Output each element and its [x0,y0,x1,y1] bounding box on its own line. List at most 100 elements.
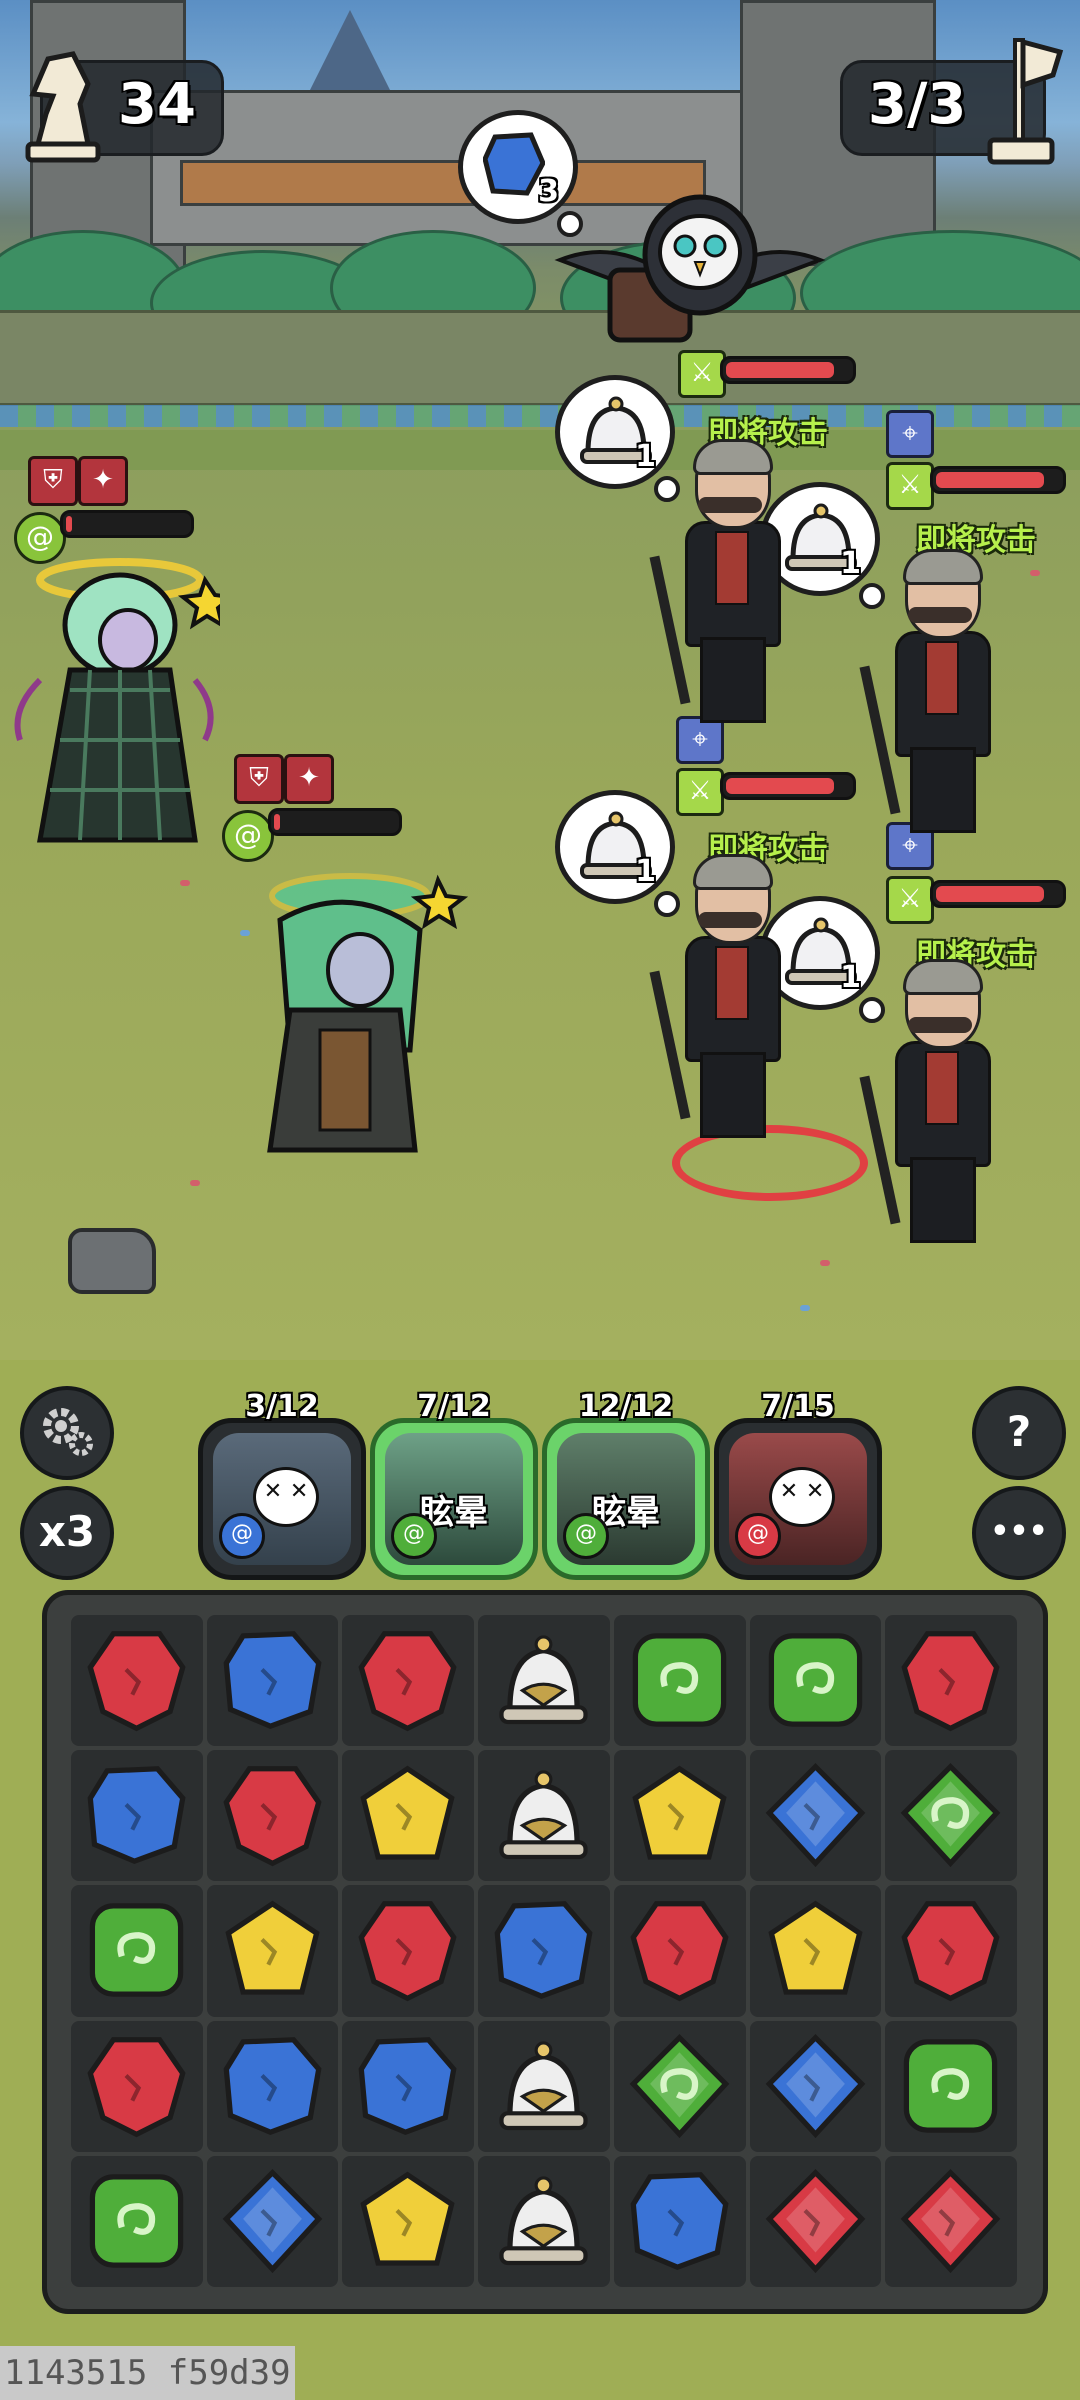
bell-tile[interactable] [491,1627,596,1733]
hero-hp-bar [60,510,194,538]
red-gem[interactable] [898,1627,1003,1733]
gentleman-enemy[interactable] [649,854,810,1140]
gem-grid [71,1615,1017,2287]
gentleman-enemy[interactable] [649,439,810,725]
yellow-gem[interactable] [355,1762,460,1868]
board-cell[interactable] [342,2020,475,2152]
board-cell[interactable] [478,1750,610,1882]
board-cell[interactable] [613,2020,746,2152]
more-button[interactable]: ••• [972,1486,1066,1580]
hero-card[interactable]: 3/12 ✕ ✕ @ [198,1389,366,1580]
board-cell[interactable] [71,2155,203,2287]
hero-hp-bar [268,808,402,836]
green-diamond-gem[interactable] [627,2033,732,2139]
board-cell[interactable] [749,1885,882,2017]
blue-diamond-gem[interactable] [763,2033,868,2139]
flag-icon [987,38,1064,165]
hero-card[interactable]: 12/12 眩晕 @ [542,1389,710,1580]
card-energy: 3/12 [245,1389,319,1424]
red-gem[interactable] [220,1762,325,1868]
green-gem[interactable] [84,2168,189,2274]
yellow-gem[interactable] [220,1897,325,2003]
blue-gem[interactable] [84,1762,189,1868]
board-cell[interactable] [749,1750,882,1882]
green-witch-hero[interactable] [10,540,220,860]
yellow-gem[interactable] [627,1762,732,1868]
petal [1030,570,1040,576]
shield-buff-icon: ⛨ [234,754,284,804]
green-diamond-gem[interactable] [898,1762,1003,1868]
petal [190,1180,200,1186]
gentleman-enemy[interactable] [859,959,1020,1245]
board-cell[interactable] [71,1750,203,1882]
board-cell[interactable] [478,1885,610,2017]
green-gem[interactable] [84,1897,189,2003]
red-gem[interactable] [84,1627,189,1733]
red-gem[interactable] [898,1897,1003,2003]
hero-card[interactable]: 7/15 ✕ ✕ @ [714,1389,882,1580]
red-diamond-gem[interactable] [898,2168,1003,2274]
blue-gem[interactable] [491,1897,596,2003]
board-cell[interactable] [342,1615,475,1747]
red-gem[interactable] [627,1897,732,2003]
green-gem[interactable] [763,1627,868,1733]
settings-button[interactable] [20,1386,114,1480]
blue-diamond-gem[interactable] [220,2168,325,2274]
board-cell[interactable] [613,1615,746,1747]
hero-card[interactable]: 7/12 眩晕 @ [370,1389,538,1580]
board-cell[interactable] [749,1615,882,1747]
board-cell[interactable] [613,1885,746,2017]
board-cell[interactable] [478,1615,610,1747]
red-gem[interactable] [355,1627,460,1733]
board-cell[interactable] [478,2155,610,2287]
bell-tile[interactable] [491,1762,596,1868]
help-button[interactable]: ? [972,1386,1066,1480]
board-cell[interactable] [749,2020,882,2152]
red-gem[interactable] [355,1897,460,2003]
board-cell[interactable] [206,1615,339,1747]
gentleman-enemy[interactable] [859,549,1020,835]
card-portrait: 眩晕 @ [557,1433,695,1565]
enemy-hp-bar [930,466,1066,494]
red-diamond-gem[interactable] [763,2168,868,2274]
board-cell[interactable] [206,2020,339,2152]
board-cell[interactable] [71,2020,203,2152]
board-cell[interactable] [885,1885,1017,2017]
bell-tile[interactable] [491,2033,596,2139]
green-gem[interactable] [627,1627,732,1733]
board-cell[interactable] [342,1885,475,2017]
board-cell[interactable] [206,1750,339,1882]
green-sage-hero[interactable] [240,860,470,1180]
board-cell[interactable] [613,2155,746,2287]
board-cell[interactable] [478,2020,610,2152]
blue-diamond-gem[interactable] [763,1762,868,1868]
blue-gem[interactable] [355,2033,460,2139]
blue-gem[interactable] [220,1627,325,1733]
knight-icon [25,51,101,163]
board-cell[interactable] [206,1885,339,2017]
blue-gem[interactable] [220,2033,325,2139]
bubble-count: 1 [635,854,656,889]
yellow-gem[interactable] [763,1897,868,2003]
bell-tile[interactable] [491,2168,596,2274]
speed-button[interactable]: x3 [20,1486,114,1580]
board-cell[interactable] [885,2155,1017,2287]
board-cell[interactable] [613,1750,746,1882]
board-cell[interactable] [885,2020,1017,2152]
board-cell[interactable] [885,1615,1017,1747]
yellow-gem[interactable] [355,2168,460,2274]
board-cell[interactable] [71,1885,203,2017]
green-gem[interactable] [898,2033,1003,2139]
blue-gem[interactable] [627,2168,732,2274]
board-cell[interactable] [71,1615,203,1747]
board-cell[interactable] [749,2155,882,2287]
owl-enemy[interactable] [550,180,830,370]
board-cell[interactable] [206,2155,339,2287]
card-energy: 7/15 [761,1389,835,1424]
board-cell[interactable] [342,2155,475,2287]
board-cell[interactable] [885,1750,1017,1882]
bubble-count: 1 [635,439,656,474]
board-cell[interactable] [342,1750,475,1882]
red-gem[interactable] [84,2033,189,2139]
moves-left-value: 34 [118,72,196,137]
